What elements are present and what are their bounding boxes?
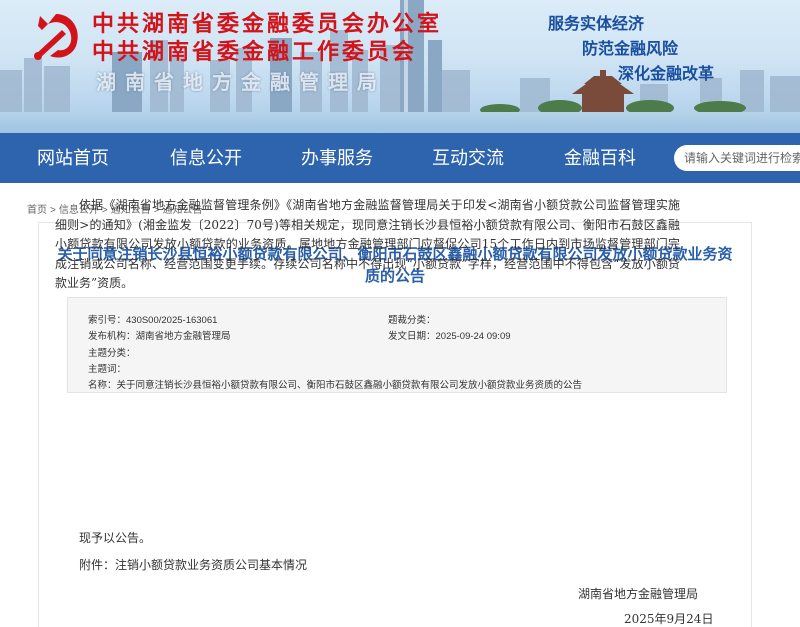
nav-item-finance-wiki[interactable]: 金融百科 (564, 133, 636, 183)
header-banner: 中共湖南省委金融委员会办公室 中共湖南省委金融工作委员会 湖南省地方金融管理局 … (0, 0, 800, 133)
river-water (0, 112, 800, 133)
meta-publish-date: 发文日期：2025-09-24 09:09 (388, 331, 511, 342)
article-paragraph: 依据《湖南省地方金融监督管理条例》《湖南省地方金融监督管理局关于印发<湖南省小额… (55, 198, 680, 290)
header-title-line3: 湖南省地方金融管理局 (96, 70, 386, 94)
article-body: 依据《湖南省地方金融监督管理条例》《湖南省地方金融监督管理局关于印发<湖南省小额… (55, 196, 680, 294)
header-slogans: 服务实体经济 防范金融风险 深化金融改革 (548, 12, 714, 87)
search-input[interactable] (674, 145, 800, 171)
meta-index-no: 索引号：430S00/2025-163061 (88, 315, 218, 326)
slogan-3: 深化金融改革 (617, 66, 714, 83)
nav-item-interaction[interactable]: 互动交流 (432, 133, 504, 183)
header-title-line2: 中共湖南省委金融工作委员会 (92, 39, 418, 65)
meta-publisher: 发布机构：湖南省地方金融管理局 (88, 331, 231, 342)
article-meta-box: 索引号：430S00/2025-163061 题裁分类： 发布机构：湖南省地方金… (67, 297, 727, 393)
slogan-2: 防范金融风险 (581, 41, 678, 58)
party-emblem-icon (34, 14, 78, 60)
nav-item-services[interactable]: 办事服务 (301, 133, 373, 183)
breadcrumb-home[interactable]: 首页 (27, 205, 47, 216)
article-date: 2025年9月24日 (624, 612, 714, 626)
meta-subject-words: 主题词： (88, 364, 127, 375)
nav-item-home[interactable]: 网站首页 (37, 133, 109, 183)
meta-category: 题裁分类： (388, 315, 436, 326)
slogan-1: 服务实体经济 (547, 16, 644, 33)
meta-subject-class: 主题分类： (88, 348, 136, 359)
article-notice-line: 现予以公告。 (79, 531, 152, 545)
meta-name: 名称：关于同意注销长沙县恒裕小额贷款有限公司、衡阳市石鼓区鑫融小额贷款有限公司发… (88, 380, 583, 391)
article-attachment-link[interactable]: 附件：注销小额贷款业务资质公司基本情况 (79, 556, 307, 573)
nav-item-info-disclosure[interactable]: 信息公开 (170, 133, 242, 183)
article-signature: 湖南省地方金融管理局 (578, 587, 699, 601)
